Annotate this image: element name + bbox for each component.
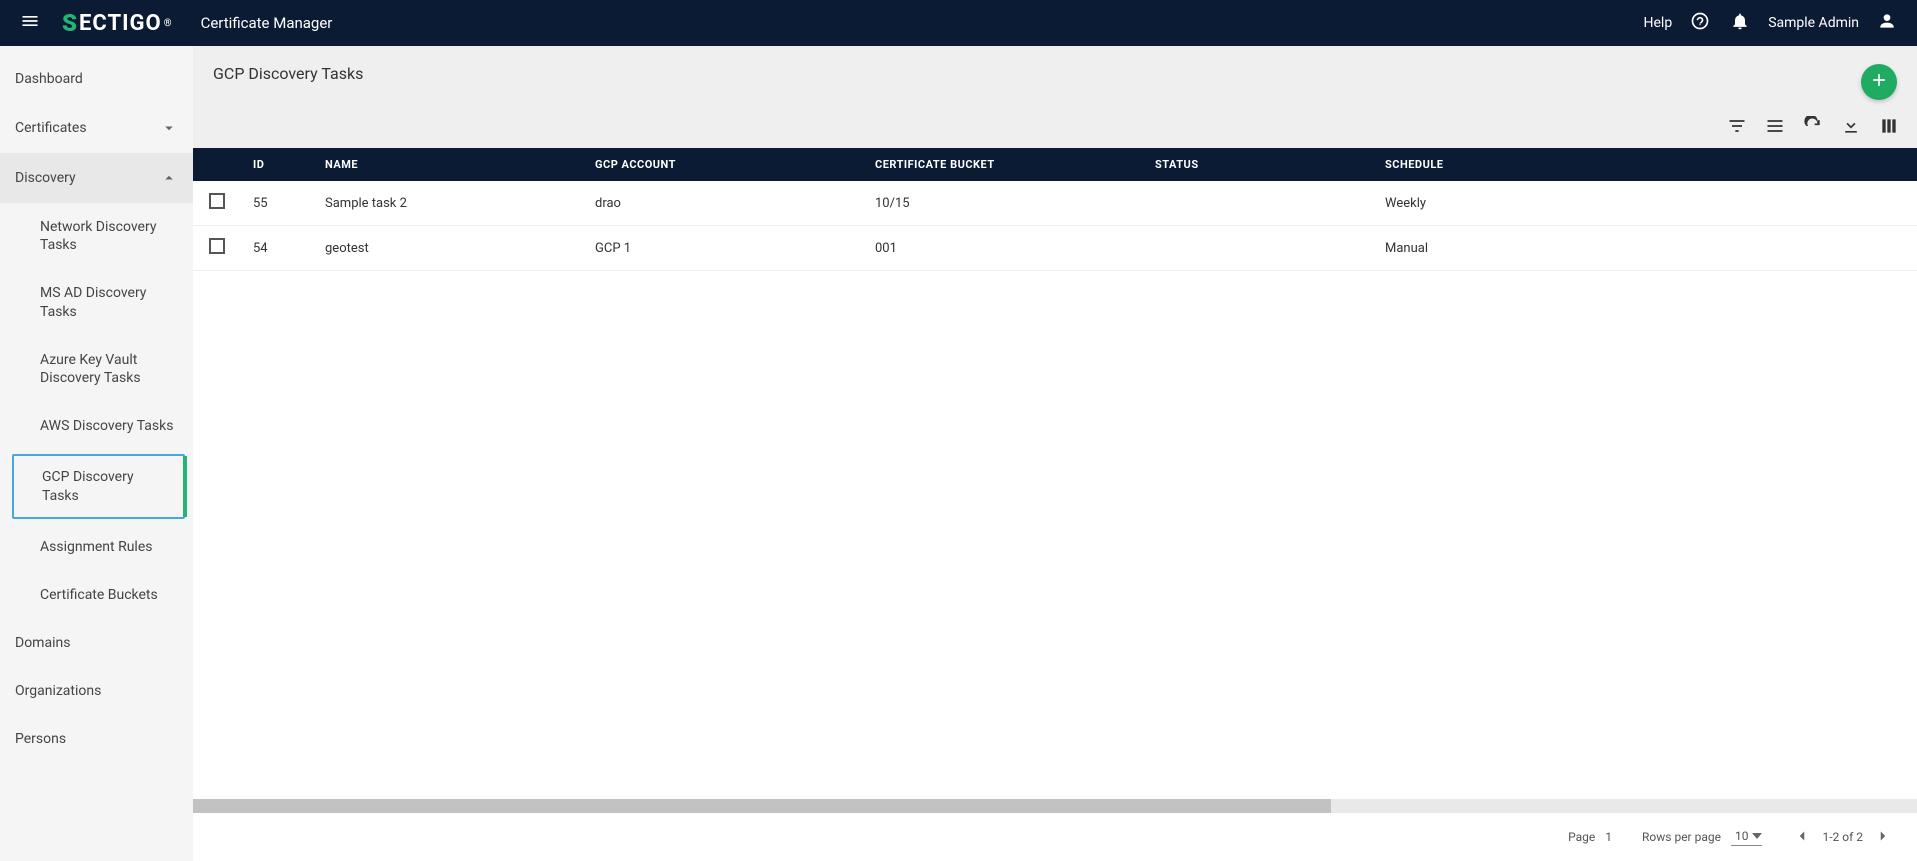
column-header-status[interactable]: STATUS [1143,148,1373,181]
table-toolbar [193,112,1917,148]
sidebar-subitem-aws-discovery[interactable]: AWS Discovery Tasks [0,402,193,450]
sidebar-subitem-gcp-discovery[interactable]: GCP Discovery Tasks [12,454,185,518]
sidebar-item-label: Domains [15,635,70,651]
chevron-left-icon [1793,827,1811,848]
table-pagination: Page 1 Rows per page 10 1-2 of 2 [193,813,1917,861]
sidebar-item-label: GCP Discovery Tasks [42,469,134,503]
sidebar-item-label: Certificate Buckets [40,587,158,603]
add-task-button[interactable] [1861,64,1897,100]
tasks-table: ID NAME GCP ACCOUNT CERTIFICATE BUCKET S… [193,148,1917,271]
sidebar-scroll[interactable]: Dashboard Certificates Discovery Network… [0,46,193,861]
sidebar-subitem-azure-discovery[interactable]: Azure Key Vault Discovery Tasks [0,336,193,402]
table-row[interactable]: 55 Sample task 2 drao 10/15 Weekly [193,181,1917,226]
brand-logo: SECTIGO® [62,9,173,37]
prev-page-button[interactable] [1792,827,1812,847]
page-title: GCP Discovery Tasks [213,64,363,83]
chevron-up-icon [160,169,178,187]
page-range-label: 1-2 of 2 [1822,830,1863,844]
download-icon [1841,116,1861,140]
sidebar-item-domains[interactable]: Domains [0,619,193,667]
sidebar: Dashboard Certificates Discovery Network… [0,46,193,861]
topbar: SECTIGO® Certificate Manager Help Sample… [0,0,1917,46]
brand-reg: ® [164,18,173,29]
app-title: Certificate Manager [201,14,333,32]
refresh-icon [1803,116,1823,140]
table-row[interactable]: 54 geotest GCP 1 001 Manual [193,226,1917,271]
bell-icon [1730,11,1750,35]
cell-id: 54 [241,226,313,271]
refresh-button[interactable] [1803,118,1823,138]
help-link[interactable]: Help [1644,15,1673,31]
list-icon [1765,116,1785,140]
group-button[interactable] [1765,118,1785,138]
cell-account: drao [583,181,863,226]
horizontal-scrollbar[interactable] [193,799,1917,813]
chevron-right-icon [1874,827,1892,848]
sidebar-item-label: AWS Discovery Tasks [40,418,173,434]
page-header: GCP Discovery Tasks [193,46,1917,112]
user-name-label: Sample Admin [1768,15,1859,31]
sidebar-item-label: Persons [15,731,66,747]
cell-bucket: 10/15 [863,181,1143,226]
user-menu-button[interactable] [1875,11,1899,35]
sidebar-item-discovery[interactable]: Discovery [0,153,193,203]
sidebar-item-label: Assignment Rules [40,539,152,555]
sidebar-item-label: MS AD Discovery Tasks [40,285,146,319]
sidebar-item-label: Dashboard [15,71,83,87]
cell-name: Sample task 2 [313,181,583,226]
rows-per-page-label: Rows per page [1642,830,1721,844]
sidebar-subitem-msad-discovery[interactable]: MS AD Discovery Tasks [0,269,193,335]
column-header-bucket[interactable]: CERTIFICATE BUCKET [863,148,1143,181]
sidebar-item-label: Azure Key Vault Discovery Tasks [40,352,141,386]
row-checkbox[interactable] [209,193,225,209]
sidebar-item-dashboard[interactable]: Dashboard [0,55,193,103]
columns-button[interactable] [1879,118,1899,138]
sidebar-subitem-assignment-rules[interactable]: Assignment Rules [0,523,193,571]
sidebar-subitem-certificate-buckets[interactable]: Certificate Buckets [0,571,193,619]
cell-schedule: Manual [1373,226,1917,271]
menu-toggle-button[interactable] [18,11,42,35]
rows-per-page-select[interactable]: 10 [1731,829,1763,846]
sidebar-item-label: Discovery [15,170,76,186]
sidebar-item-organizations[interactable]: Organizations [0,667,193,715]
sidebar-item-label: Organizations [15,683,101,699]
column-header-account[interactable]: GCP ACCOUNT [583,148,863,181]
cell-status [1143,181,1373,226]
sidebar-subitem-network-discovery[interactable]: Network Discovery Tasks [0,203,193,269]
sidebar-item-label: Certificates [15,120,87,136]
cell-bucket: 001 [863,226,1143,271]
filter-button[interactable] [1727,118,1747,138]
page-label: Page [1568,830,1595,844]
notifications-button[interactable] [1728,11,1752,35]
brand-text: ECTIGO [79,11,162,36]
column-header-name[interactable]: NAME [313,148,583,181]
cell-schedule: Weekly [1373,181,1917,226]
column-header-schedule[interactable]: SCHEDULE [1373,148,1917,181]
sidebar-item-persons[interactable]: Persons [0,715,193,763]
column-header-id[interactable]: ID [241,148,313,181]
row-checkbox[interactable] [209,238,225,254]
next-page-button[interactable] [1873,827,1893,847]
columns-icon [1879,116,1899,140]
person-icon [1877,11,1897,35]
cell-name: geotest [313,226,583,271]
cell-account: GCP 1 [583,226,863,271]
page-value: 1 [1605,830,1612,844]
chevron-down-icon [160,119,178,137]
filter-icon [1727,116,1747,140]
sidebar-item-label: Network Discovery Tasks [40,219,156,253]
content-area: GCP Discovery Tasks ID NAME [193,46,1917,861]
sidebar-item-certificates[interactable]: Certificates [0,103,193,153]
plus-icon [1869,70,1889,94]
cell-id: 55 [241,181,313,226]
help-icon-button[interactable] [1688,11,1712,35]
help-circle-icon [1690,11,1710,35]
download-button[interactable] [1841,118,1861,138]
hamburger-icon [20,11,40,35]
table-scroll[interactable]: ID NAME GCP ACCOUNT CERTIFICATE BUCKET S… [193,148,1917,799]
cell-status [1143,226,1373,271]
